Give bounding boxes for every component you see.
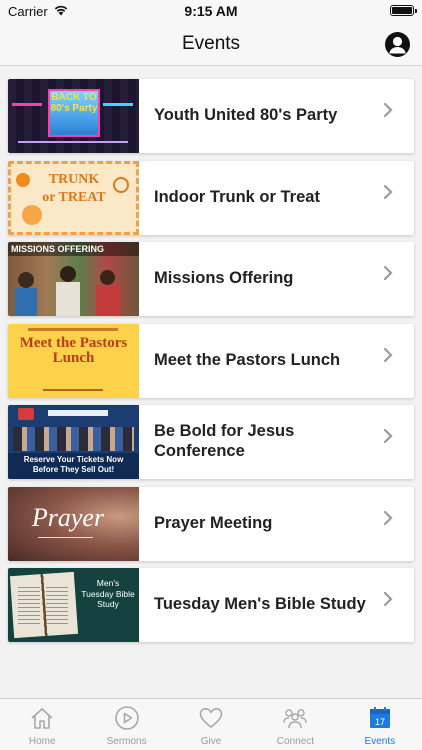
tab-events[interactable]: 17 Events [338, 699, 422, 750]
navigation-bar: Events [0, 22, 422, 66]
tab-sermons[interactable]: Sermons [84, 699, 168, 750]
thumbnail-caption: Reserve Your Tickets Now Before They Sel… [23, 455, 124, 474]
tab-label: Give [200, 736, 222, 747]
event-title: Missions Offering [154, 269, 294, 288]
people-icon [283, 709, 308, 729]
event-card[interactable]: Men's Tuesday Bible Study Tuesday Men's … [8, 568, 414, 642]
events-list: BACK TO 80's Party Youth United 80's Par… [8, 79, 414, 650]
play-icon [114, 706, 139, 730]
event-title: Be Bold for Jesus Conference [154, 422, 295, 460]
user-icon [389, 36, 406, 54]
event-thumbnail: Meet the Pastors Lunch [8, 323, 139, 398]
event-thumbnail: BACK TO 80's Party [8, 79, 139, 153]
event-thumbnail: Men's Tuesday Bible Study [8, 568, 139, 642]
thumbnail-caption: MISSIONS OFFERING [11, 244, 105, 254]
event-thumbnail: MISSIONS OFFERING [8, 242, 139, 316]
event-title: Tuesday Men's Bible Study [154, 595, 366, 614]
clock: 9:15 AM [184, 3, 238, 19]
event-card[interactable]: Reserve Your Tickets Now Before They Sel… [8, 405, 414, 479]
home-icon [31, 708, 53, 729]
event-card[interactable]: Prayer Prayer Meeting [8, 486, 414, 561]
profile-button[interactable] [385, 32, 410, 57]
thumbnail-caption: Men's Tuesday Bible Study [81, 578, 135, 610]
tab-bar: Home Sermons Give Connect 17 Events [0, 698, 422, 750]
calendar-badge: 17 [375, 717, 385, 727]
event-thumbnail: Prayer [8, 486, 139, 561]
thumbnail-caption: TRUNK or TREAT [42, 171, 106, 206]
event-card[interactable]: TRUNK or TREAT Indoor Trunk or Treat [8, 160, 414, 235]
chevron-right-icon [383, 265, 393, 281]
event-title: Prayer Meeting [154, 513, 273, 532]
tab-label: Connect [276, 736, 315, 747]
page-title: Events [181, 33, 241, 54]
tab-connect[interactable]: Connect [253, 699, 337, 750]
tab-give[interactable]: Give [169, 699, 253, 750]
chevron-right-icon [383, 184, 393, 199]
tab-home[interactable]: Home [0, 699, 84, 750]
heart-icon [199, 708, 223, 728]
chevron-right-icon [383, 591, 393, 607]
chevron-right-icon [383, 102, 393, 118]
event-title: Indoor Trunk or Treat [154, 187, 320, 206]
event-thumbnail: TRUNK or TREAT [8, 160, 139, 235]
event-title: Meet the Pastors Lunch [154, 350, 341, 369]
chevron-right-icon [383, 347, 393, 362]
battery-icon [390, 5, 417, 16]
event-card[interactable]: MISSIONS OFFERING Missions Offering [8, 242, 414, 316]
tab-label: Events [364, 736, 396, 747]
status-bar: Carrier 9:15 AM [0, 0, 422, 22]
event-card[interactable]: Meet the Pastors Lunch Meet the Pastors … [8, 323, 414, 398]
event-card[interactable]: BACK TO 80's Party Youth United 80's Par… [8, 79, 414, 153]
thumbnail-caption: Prayer [31, 502, 105, 532]
tab-label: Sermons [106, 736, 147, 747]
thumbnail-caption: BACK TO 80's Party [50, 92, 98, 114]
chevron-right-icon [383, 428, 393, 444]
event-thumbnail: Reserve Your Tickets Now Before They Sel… [8, 405, 139, 479]
chevron-right-icon [383, 510, 393, 525]
thumbnail-caption: Meet the Pastors Lunch [19, 334, 128, 367]
tab-label: Home [28, 736, 56, 747]
calendar-icon: 17 [369, 707, 390, 728]
event-title: Youth United 80's Party [154, 106, 338, 125]
